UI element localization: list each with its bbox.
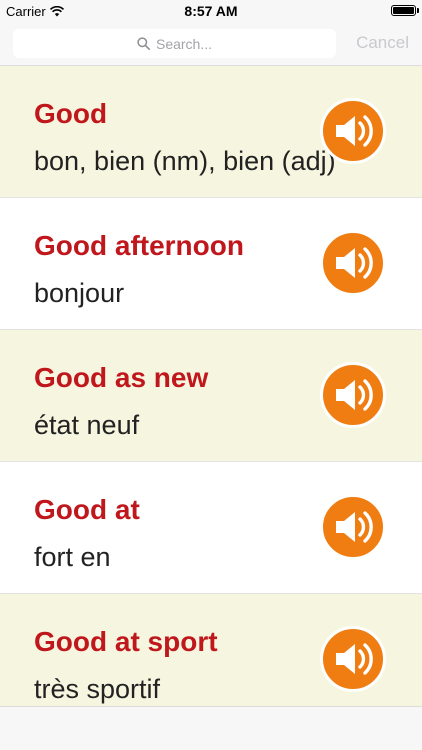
cancel-button[interactable]: Cancel [356, 33, 409, 53]
battery-tip [417, 8, 419, 13]
entry-translation: fort en [34, 542, 111, 572]
entry-term: Good [34, 98, 108, 129]
search-icon [137, 37, 150, 50]
search-input[interactable]: Search... [13, 29, 336, 58]
entry-term: Good at sport [34, 626, 218, 657]
search-bar: Search... Cancel [0, 22, 422, 66]
speaker-icon[interactable] [320, 362, 386, 428]
battery-icon [391, 5, 416, 16]
status-time: 8:57 AM [184, 3, 238, 19]
entry-term: Good at [34, 494, 140, 525]
status-bar: Carrier 8:57 AM [0, 0, 422, 22]
list-item[interactable]: Good afternoon bonjour [0, 198, 422, 330]
entry-translation: bon, bien (nm), bien (adj) [34, 146, 336, 176]
entry-translation: bonjour [34, 278, 125, 308]
entry-translation: très sportif [34, 674, 161, 704]
list-item[interactable]: Good bon, bien (nm), bien (adj) [0, 66, 422, 198]
bottom-toolbar [0, 706, 422, 750]
speaker-icon[interactable] [320, 98, 386, 164]
speaker-icon[interactable] [320, 626, 386, 692]
phrase-list: Good bon, bien (nm), bien (adj) Good aft… [0, 66, 422, 726]
search-placeholder: Search... [155, 35, 213, 52]
speaker-icon[interactable] [320, 230, 386, 296]
list-item[interactable]: Good as new état neuf [0, 330, 422, 462]
entry-translation: état neuf [34, 410, 140, 440]
entry-term: Good afternoon [34, 230, 244, 261]
list-item[interactable]: Good at fort en [0, 462, 422, 594]
speaker-icon[interactable] [320, 494, 386, 560]
entry-term: Good as new [34, 362, 209, 393]
